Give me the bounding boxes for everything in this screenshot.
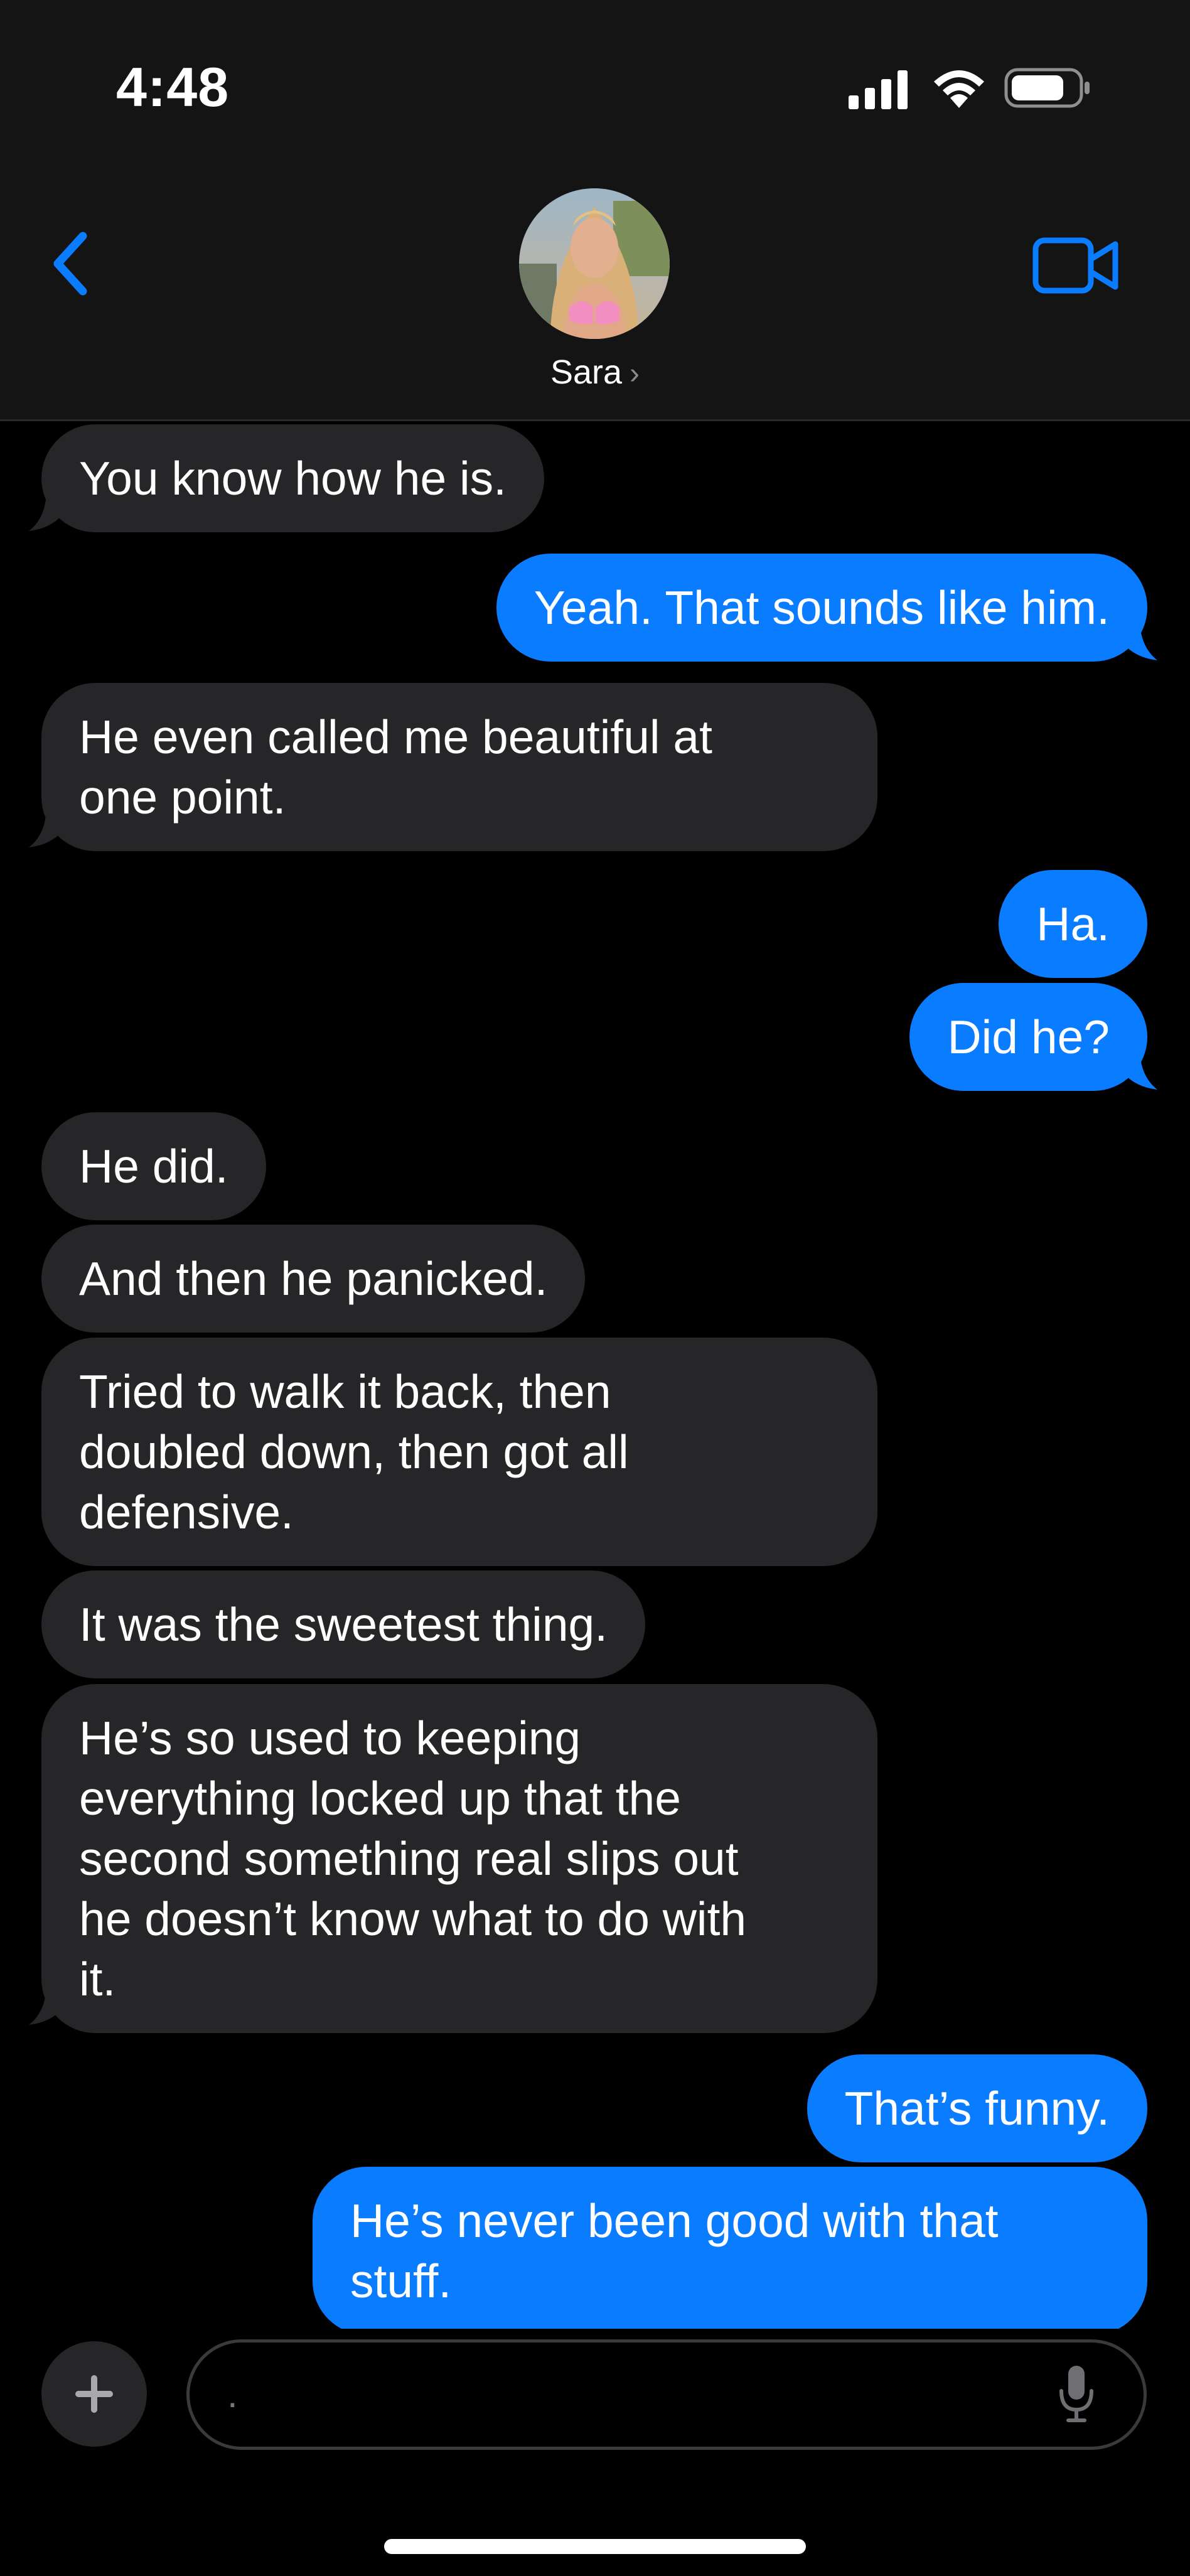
- contact-name: Sara: [550, 353, 623, 391]
- message-bubble-incoming[interactable]: And then he panicked.: [41, 1225, 586, 1333]
- contact-avatar[interactable]: [519, 188, 670, 339]
- message-bubble-incoming[interactable]: It was the sweetest thing.: [41, 1570, 646, 1678]
- wifi-icon: [934, 70, 984, 108]
- message-bubble-incoming[interactable]: He even called me beautiful at one point…: [41, 683, 877, 851]
- bubble-tail: [29, 1983, 63, 2025]
- avatar-image: [519, 188, 670, 339]
- plus-button[interactable]: [41, 2341, 147, 2447]
- bubble-tail: [1123, 1048, 1157, 1090]
- contact-name-button[interactable]: Sara ›: [0, 353, 1190, 392]
- video-call-button[interactable]: [1032, 235, 1120, 295]
- bubble-tail: [29, 490, 63, 531]
- battery-icon: [1004, 68, 1090, 108]
- bubble-tail: [29, 806, 63, 847]
- message-bubble-incoming[interactable]: He did.: [41, 1112, 266, 1220]
- chat-header: 4:48 Sara ›: [0, 0, 1190, 421]
- messages-screen: You know how he is. Yeah. That sounds li…: [0, 0, 1190, 2576]
- message-bubble-outgoing[interactable]: He’s never been good with that stuff.: [313, 2167, 1147, 2335]
- home-indicator[interactable]: [384, 2539, 806, 2554]
- message-bubble-incoming[interactable]: He’s so used to keeping everything locke…: [41, 1684, 877, 2033]
- plus-icon: [75, 2375, 113, 2413]
- message-bubble-incoming[interactable]: You know how he is.: [41, 424, 545, 532]
- message-bubble-outgoing[interactable]: Yeah. That sounds like him.: [496, 554, 1147, 662]
- back-button[interactable]: [44, 226, 100, 301]
- cellular-signal-icon: [849, 70, 908, 109]
- chevron-right-icon: ›: [630, 357, 640, 390]
- microphone-icon[interactable]: [1058, 2363, 1095, 2426]
- message-bubble-outgoing[interactable]: Ha.: [999, 870, 1147, 978]
- message-bubble-incoming[interactable]: Tried to walk it back, then doubled down…: [41, 1338, 877, 1566]
- message-input[interactable]: .: [186, 2339, 1147, 2450]
- bubble-tail: [1123, 619, 1157, 660]
- status-time: 4:48: [116, 56, 230, 118]
- message-bubble-outgoing[interactable]: That’s funny.: [807, 2054, 1147, 2162]
